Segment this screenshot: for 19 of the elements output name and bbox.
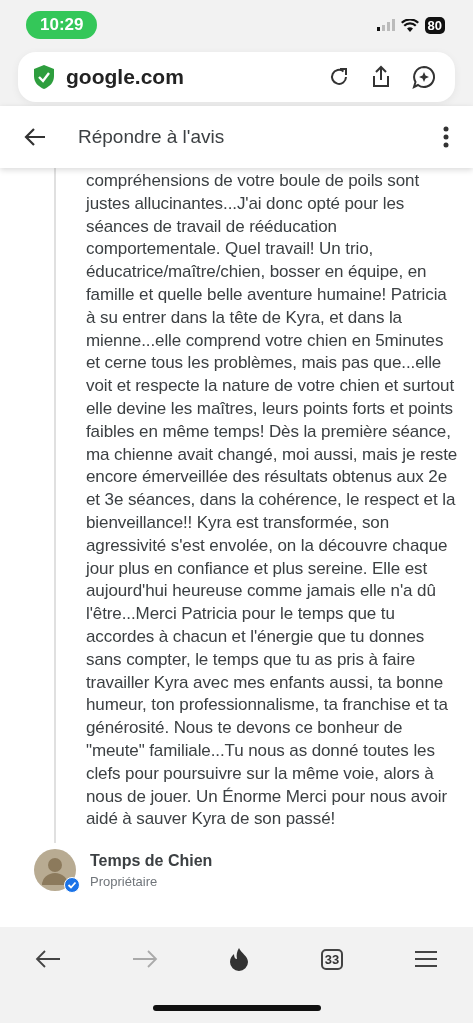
url-text: google.com [66, 65, 185, 89]
flame-icon [228, 947, 251, 971]
shield-check-icon [32, 64, 56, 90]
signal-icon [376, 19, 395, 31]
avatar [34, 849, 76, 892]
owner-role: Propriétaire [90, 873, 159, 889]
sparkle-chat-icon [411, 64, 437, 90]
owner-name: Temps de Chien [90, 851, 213, 870]
more-icon [443, 126, 449, 148]
review-text: compréhensions de votre boule de poils sont justes allucinantes...J'ai donc opté pour les séances de travail de rééducation comportementale. Quel travail! Un trio, éducatrice/maître/chien, bosser en équipe, en famille et quelle belle aventure humaine! Patricia à su entrer dans la tête de Kyra, et dans la mienne...elle comprend votre chien en 5minutes et cerne tous les problèmes, mais pas que...elle voit et respecte la nature de votre chien et surtout elle devine les maîtres, leurs points forts et points faibles en même temps! Dès la première séance, ma chienne avait changé, moi aussi, mais je reste encore émerveillée des résultats obtenus aux 2e et 3e séances, dans la cohérence, le respect et la bienveillance!! Kyra est transformée, son agressivité s'est envolée, on la découvre chaque jour plus en confiance et plus sereine. Elle est aujourd'hui heureuse comme jamais elle n'a dû l'être...Merci Patricia pour le temps que tu accordes à chacun et l'énergie que tu donnes sans compter, le temps que tu as pris à faire travailler Kyra avec mes enfants aussi, ta bonne humeur, ton professionnalisme, ta franchise et ta générosité. Nous te devons ce bonheur de "meute" familiale...Tu nous as donné toutes les clefs pour poursuivre sur la même voie, alors à nous de jouer. Un Énorme Merci pour nous avoir aidé à sauver Kyra de son passé! [86, 170, 459, 831]
battery-level: 80 [424, 16, 445, 34]
page-title: Répondre à l'avis [78, 126, 226, 148]
wifi-icon [400, 18, 419, 32]
address-bar[interactable]: google.com [18, 52, 455, 102]
menu-icon [413, 949, 438, 969]
forward-arrow-icon [131, 949, 158, 969]
back-arrow-icon [24, 127, 46, 147]
clock-time: 10:29 [26, 11, 98, 39]
back-arrow-icon [35, 949, 62, 969]
